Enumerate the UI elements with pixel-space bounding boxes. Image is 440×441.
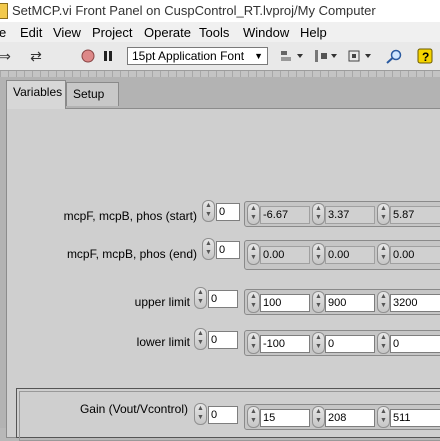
run-arrow-icon[interactable]: ⇒ [0,47,12,65]
gain-2-spinner[interactable]: ▲ ▼ [377,406,390,428]
gain-index-spinner[interactable]: ▲ ▼ [194,403,207,425]
gain-1-spinner[interactable]: ▲ ▼ [312,406,325,428]
end-1-spinner: ▲ ▼ [312,243,325,265]
gain-label: Gain (Vout/Vcontrol) [79,402,188,416]
menu-edit[interactable]: Edit [20,25,42,40]
menu-project[interactable]: Project [92,25,132,40]
grid-ruler [0,71,440,77]
pause-icon[interactable] [101,47,115,65]
menu-operate[interactable]: Operate [144,25,191,40]
align-icon[interactable] [278,47,306,65]
upper-0-spinner[interactable]: ▲ ▼ [247,291,260,313]
svg-text:?: ? [422,50,429,64]
end-2-spinner: ▲ ▼ [377,243,390,265]
end-index-spinner[interactable]: ▲ ▼ [202,238,215,260]
upper-value-2[interactable]: 3200 [390,294,440,312]
end-value-1: 0.00 [325,246,375,264]
tab-setup[interactable]: Setup [66,82,119,106]
upper-1-spinner[interactable]: ▲ ▼ [312,291,325,313]
lower-0-spinner[interactable]: ▲ ▼ [247,332,260,354]
search-icon[interactable] [382,47,406,65]
start-0-spinner: ▲ ▼ [247,203,260,225]
lower-2-spinner[interactable]: ▲ ▼ [377,332,390,354]
start-value-1: 3.37 [325,206,375,224]
menu-view[interactable]: View [53,25,81,40]
resize-icon[interactable] [346,47,376,65]
help-icon[interactable]: ? [416,47,434,65]
end-value-2: 0.00 [390,246,440,264]
lower-index-field[interactable]: 0 [208,331,238,349]
font-selector-value: 15pt Application Font [132,49,245,63]
upper-limit-label: upper limit [134,295,190,309]
start-value-0: -6.67 [260,206,310,224]
end-0-spinner: ▲ ▼ [247,243,260,265]
tab-variables-label: Variables [13,85,63,99]
end-value-0: 0.00 [260,246,310,264]
tab-variables[interactable]: Variables [6,80,66,109]
end-array-label: mcpF, mcpB, phos (end) [66,247,197,261]
menu-tools[interactable]: Tools [199,25,229,40]
tab-setup-label: Setup [73,87,105,101]
gain-value-1[interactable]: 208 [325,409,375,427]
upper-index-spinner[interactable]: ▲ ▼ [194,287,207,309]
distribute-icon[interactable] [312,47,340,65]
run-continuously-icon[interactable]: ⇄ [26,47,46,65]
gain-value-2[interactable]: 511 [390,409,440,427]
upper-value-0[interactable]: 100 [260,294,310,312]
lower-1-spinner[interactable]: ▲ ▼ [312,332,325,354]
lower-limit-label: lower limit [136,335,190,349]
upper-2-spinner[interactable]: ▲ ▼ [377,291,390,313]
abort-icon[interactable] [80,47,96,65]
start-index-spinner[interactable]: ▲ ▼ [202,200,215,222]
menu-file[interactable]: e [0,25,6,40]
start-array-label: mcpF, mcpB, phos (start) [63,209,197,223]
end-index-field[interactable]: 0 [216,241,240,259]
upper-index-field[interactable]: 0 [208,290,238,308]
gain-value-0[interactable]: 15 [260,409,310,427]
start-2-spinner: ▲ ▼ [377,203,390,225]
start-index-field[interactable]: 0 [216,203,240,221]
chevron-down-icon: ▼ [254,51,263,61]
menu-bar: e Edit View Project Operate Tools Window… [0,22,440,42]
start-value-2: 5.87 [390,206,440,224]
font-selector[interactable]: 15pt Application Font ▼ [127,47,268,65]
lower-value-0[interactable]: -100 [260,335,310,353]
lower-value-2[interactable]: 0 [390,335,440,353]
gain-index-field[interactable]: 0 [208,406,238,424]
window-title: SetMCP.vi Front Panel on CuspControl_RT.… [12,3,376,18]
window-title-bar: SetMCP.vi Front Panel on CuspControl_RT.… [0,0,440,23]
lower-index-spinner[interactable]: ▲ ▼ [194,328,207,350]
gain-0-spinner[interactable]: ▲ ▼ [247,406,260,428]
menu-help[interactable]: Help [300,25,327,40]
start-1-spinner: ▲ ▼ [312,203,325,225]
labview-vi-icon [0,3,8,19]
lower-value-1[interactable]: 0 [325,335,375,353]
upper-value-1[interactable]: 900 [325,294,375,312]
menu-window[interactable]: Window [243,25,289,40]
